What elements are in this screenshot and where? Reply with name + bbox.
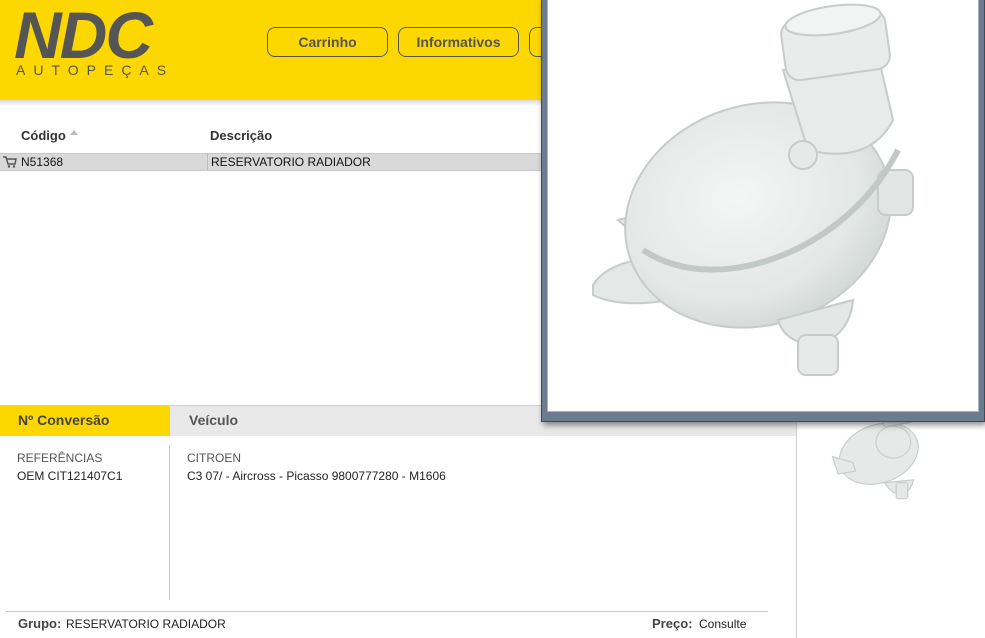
column-header-code[interactable]: Código — [21, 128, 66, 143]
product-image — [592, 3, 914, 376]
product-thumbnail-image — [831, 404, 919, 500]
cart-icon[interactable] — [3, 156, 17, 168]
tab-veiculo[interactable]: Veículo — [170, 405, 350, 436]
group-label: Grupo: — [18, 616, 62, 631]
row-code: N51368 — [21, 155, 64, 169]
app-root: NDC AUTOPEÇAS Carrinho Informativos Códi… — [0, 0, 985, 638]
column-header-description[interactable]: Descrição — [210, 128, 272, 143]
vehicle-models: C3 07/ - Aircross - Picasso 9800777280 -… — [187, 469, 446, 483]
sort-asc-icon[interactable] — [70, 130, 78, 135]
image-zoom-canvas[interactable] — [547, 0, 979, 412]
info-button[interactable]: Informativos — [398, 27, 519, 57]
group-value: RESERVATORIO RADIADOR — [66, 617, 226, 631]
footer-divider — [6, 611, 768, 612]
references-label: REFERÊNCIAS — [17, 451, 103, 465]
price-value: Consulte — [699, 617, 747, 631]
row-description: RESERVATORIO RADIADOR — [211, 155, 371, 169]
table-row[interactable]: N51368 RESERVATORIO RADIADOR — [0, 153, 560, 171]
image-zoom-popup — [541, 0, 985, 422]
panel-divider — [169, 445, 170, 600]
vehicle-make: CITROEN — [187, 451, 241, 465]
price-label: Preço: — [652, 616, 693, 631]
tab-conversao[interactable]: Nº Conversão — [0, 405, 170, 436]
reference-value: OEM CIT121407C1 — [17, 469, 123, 483]
product-thumbnail[interactable] — [796, 404, 985, 638]
cart-button[interactable]: Carrinho — [267, 27, 388, 57]
cell-divider — [207, 154, 208, 170]
logo-subtitle: AUTOPEÇAS — [16, 62, 175, 78]
